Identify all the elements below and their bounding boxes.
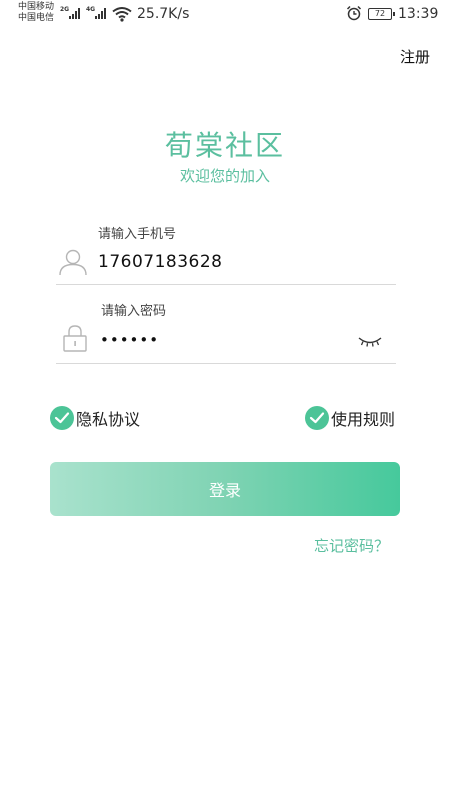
phone-field-underline bbox=[56, 284, 396, 285]
sim2-signal-icon: 4G bbox=[86, 6, 110, 19]
phone-field-label: 请输入手机号 bbox=[98, 227, 177, 242]
sim1-network-type: 2G bbox=[60, 6, 70, 13]
check-circle-icon bbox=[50, 406, 74, 430]
usage-rules-label[interactable]: 使用规则 bbox=[331, 406, 395, 430]
usage-rules-checkbox[interactable]: 使用规则 bbox=[305, 406, 395, 430]
sim1-signal-icon: 2G bbox=[60, 6, 84, 19]
phone-input[interactable]: 17607183628 bbox=[98, 252, 222, 272]
user-icon bbox=[59, 249, 87, 276]
sim2-network-type: 4G bbox=[86, 6, 96, 13]
lock-icon bbox=[63, 325, 87, 352]
register-link[interactable]: 注册 bbox=[400, 46, 430, 67]
password-input[interactable]: •••••• bbox=[100, 331, 159, 349]
eye-closed-icon[interactable] bbox=[358, 334, 382, 348]
login-button[interactable]: 登录 bbox=[50, 462, 400, 516]
alarm-icon bbox=[346, 5, 362, 21]
privacy-agreement-label[interactable]: 隐私协议 bbox=[76, 406, 140, 430]
privacy-agreement-checkbox[interactable]: 隐私协议 bbox=[50, 406, 140, 430]
forgot-password-link[interactable]: 忘记密码？ bbox=[314, 535, 389, 556]
password-field-label: 请输入密码 bbox=[101, 304, 167, 319]
carrier-names: 中国移动 中国电信 bbox=[18, 2, 54, 24]
password-field-underline bbox=[56, 363, 396, 364]
battery-icon: 72 bbox=[368, 8, 395, 20]
status-bar: 中国移动 中国电信 2G 4G 25.7K/s 72 13:39 bbox=[0, 0, 450, 30]
login-screen: 中国移动 中国电信 2G 4G 25.7K/s 72 13:39 注册 荀棠社区… bbox=[0, 0, 450, 800]
status-time: 13:39 bbox=[398, 6, 439, 22]
wifi-icon bbox=[112, 7, 132, 22]
carrier-1: 中国移动 bbox=[18, 2, 55, 12]
app-subtitle: 欢迎您的加入 bbox=[179, 167, 270, 185]
app-title: 荀棠社区 bbox=[164, 129, 285, 162]
carrier-2: 中国电信 bbox=[18, 13, 55, 23]
battery-level: 72 bbox=[374, 9, 386, 18]
network-speed: 25.7K/s bbox=[137, 6, 190, 22]
check-circle-icon bbox=[305, 406, 329, 430]
